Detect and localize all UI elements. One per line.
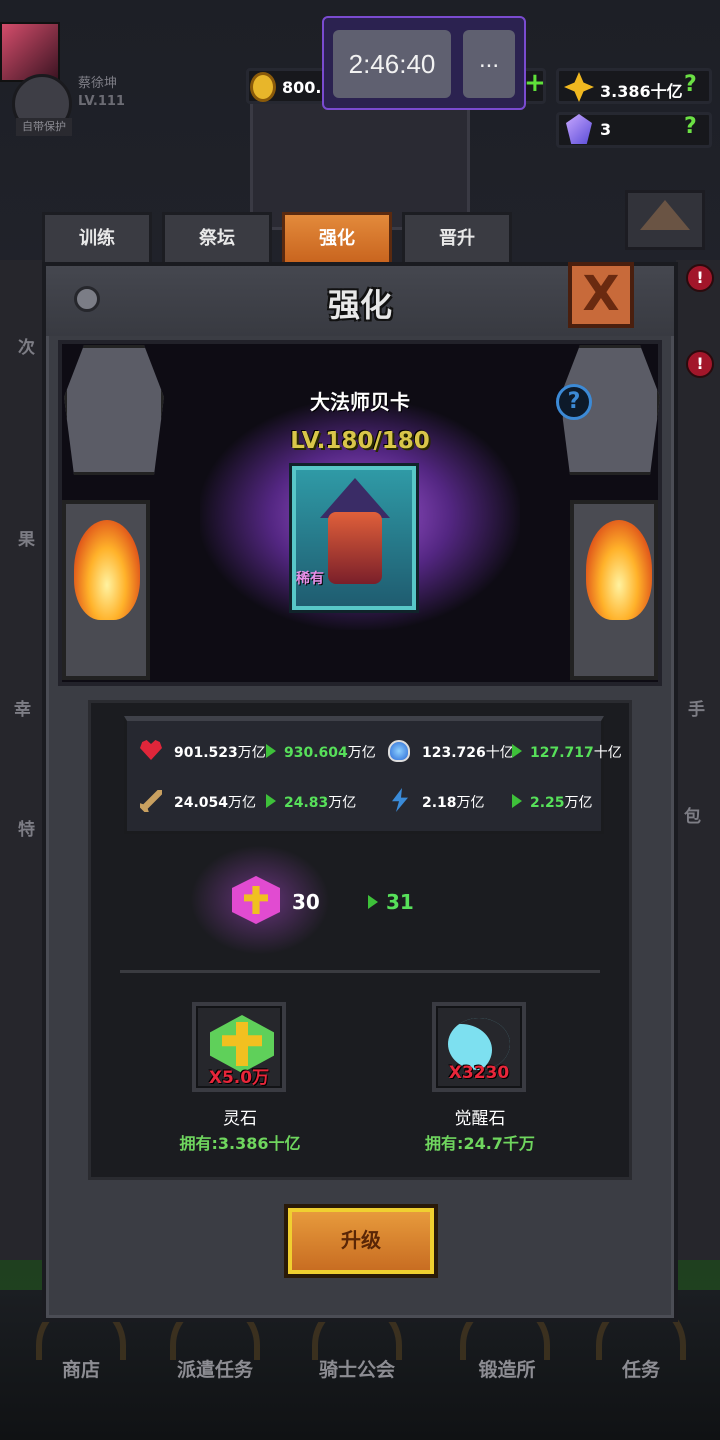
enhance-current: 30	[292, 890, 320, 914]
flame-left-icon	[74, 520, 140, 620]
alert-badge-2: !	[686, 350, 714, 378]
hp-next: 930.604万亿	[284, 745, 376, 761]
mp-next: 127.717十亿	[530, 745, 622, 761]
left-sidebar-bg	[0, 260, 44, 1260]
atk-next: 24.83万亿	[284, 795, 357, 811]
tab-promote[interactable]: 晋升	[402, 212, 512, 262]
player-badge: 自带保护	[16, 118, 72, 136]
coin-icon	[250, 72, 276, 102]
tab-altar[interactable]: 祭坛	[162, 212, 272, 262]
side-label-left-1[interactable]: 次	[18, 333, 35, 358]
spd-current: 2.18万亿	[422, 795, 485, 811]
tab-enhance[interactable]: 强化	[282, 212, 392, 262]
nav-quest[interactable]: 任务	[586, 1355, 696, 1382]
side-label-right-hand[interactable]: 手	[688, 695, 705, 720]
castle-tower	[250, 100, 470, 230]
divider	[120, 970, 600, 973]
timer-display: 2:46:40	[333, 30, 451, 98]
witch-portrait	[328, 512, 382, 584]
side-label-left-4[interactable]: 特	[18, 815, 35, 840]
close-button[interactable]: X	[568, 262, 634, 328]
spirit-stone-amount: 3.386十亿	[600, 82, 683, 101]
add-gold-button[interactable]: +	[524, 68, 546, 98]
enhance-next: 31	[386, 890, 414, 914]
spirit-stone-help-icon[interactable]: ?	[684, 72, 697, 97]
alert-badge: !	[686, 264, 714, 292]
nav-shop[interactable]: 商店	[26, 1355, 136, 1382]
spirit-stone-name: 灵石	[223, 1109, 257, 1129]
more-button[interactable]: ...	[463, 30, 515, 98]
player-name: 蔡徐坤	[78, 76, 118, 91]
panel-knob-icon	[74, 286, 100, 312]
hero-level: LV.180/180	[290, 428, 430, 454]
atk-current: 24.054万亿	[174, 795, 257, 811]
page-title: 强化	[327, 286, 392, 324]
crystal-help-icon[interactable]: ?	[684, 114, 697, 139]
spirit-stone-owned: 拥有:3.386十亿	[179, 1134, 301, 1153]
stats-box	[124, 716, 604, 834]
help-button[interactable]: ?	[556, 384, 592, 420]
side-label-left-2[interactable]: 果	[18, 525, 35, 550]
side-label-left-3[interactable]: 幸	[14, 695, 31, 720]
right-sidebar-bg	[676, 260, 720, 1260]
hero-rarity: 稀有	[296, 571, 324, 587]
upgrade-button[interactable]: 升级	[288, 1208, 434, 1274]
nav-forge[interactable]: 锻造所	[452, 1355, 562, 1382]
hp-current: 901.523万亿	[174, 745, 266, 761]
spirit-stone-cost: X5.0万	[208, 1068, 270, 1088]
potion-icon	[388, 740, 410, 762]
tab-training[interactable]: 训练	[42, 212, 152, 262]
avatar[interactable]	[0, 22, 60, 82]
awaken-stone-cost: X3230	[448, 1063, 510, 1083]
mp-current: 123.726十亿	[422, 745, 514, 761]
hero-name: 大法师贝卡	[310, 390, 410, 414]
spd-next: 2.25万亿	[530, 795, 593, 811]
flame-right-icon	[586, 520, 652, 620]
crystal-amount: 3	[600, 120, 612, 139]
nav-guild[interactable]: 骑士公会	[302, 1355, 412, 1382]
awaken-stone-owned: 拥有:24.7千万	[425, 1134, 535, 1153]
player-level: LV.111	[78, 94, 125, 109]
awaken-stone-name: 觉醒石	[454, 1109, 506, 1129]
nav-dispatch[interactable]: 派遣任务	[160, 1355, 270, 1382]
side-label-right-bag[interactable]: 包	[684, 802, 701, 827]
gargoyle-statue-left	[64, 345, 164, 475]
